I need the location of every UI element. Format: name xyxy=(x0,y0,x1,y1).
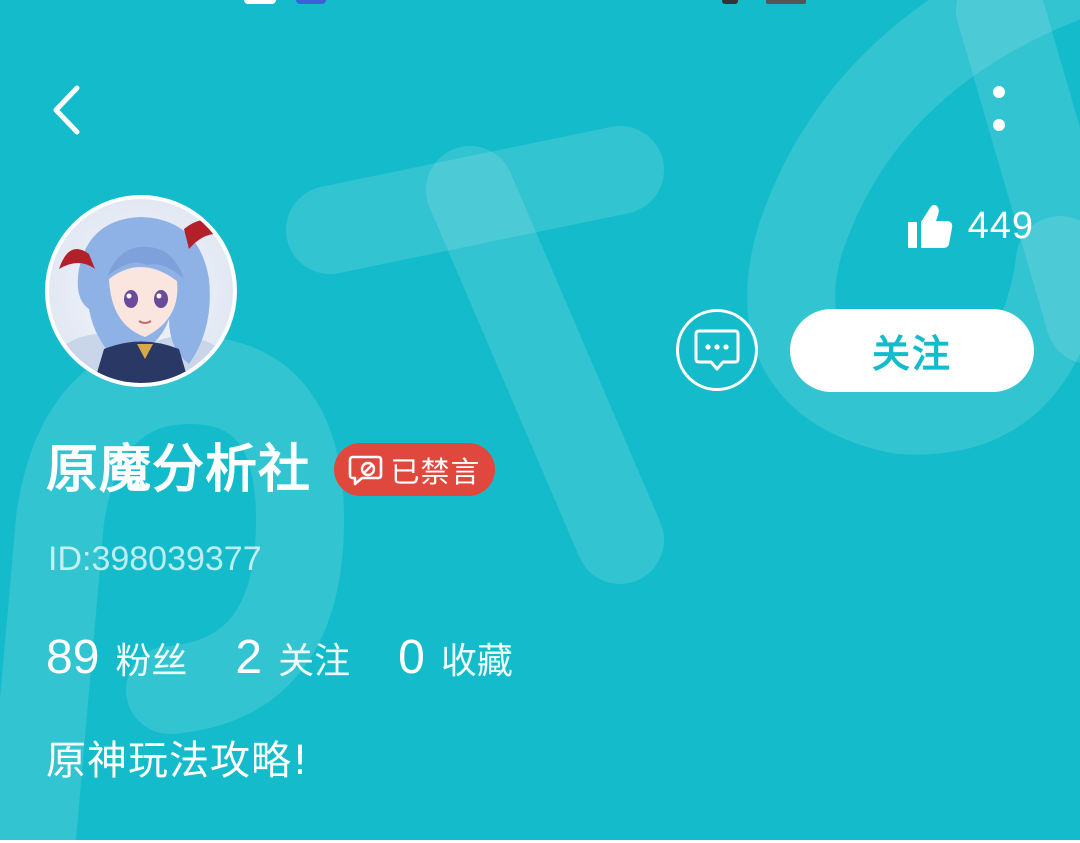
stat-value: 2 xyxy=(235,631,263,684)
background-watermark xyxy=(0,0,1080,840)
user-name: 原魔分析社 xyxy=(46,440,312,500)
stat-label: 关注 xyxy=(278,641,351,682)
stat-value: 0 xyxy=(398,631,425,684)
thumbs-up-icon xyxy=(907,204,952,248)
profile-stats: 89 粉丝 2 关注 0 收藏 xyxy=(46,630,561,685)
stat-following[interactable]: 2 关注 xyxy=(235,630,350,685)
muted-badge: 已禁言 xyxy=(334,443,495,496)
stat-favorites[interactable]: 0 收藏 xyxy=(398,630,513,685)
muted-badge-label: 已禁言 xyxy=(390,454,481,489)
chat-bubble-icon xyxy=(694,329,740,371)
stat-label: 收藏 xyxy=(440,641,513,682)
more-options-button[interactable] xyxy=(975,82,1023,138)
user-id: ID:398039377 xyxy=(48,540,262,578)
back-button[interactable] xyxy=(40,80,100,140)
user-bio: 原神玩法攻略! xyxy=(46,738,310,784)
follow-button[interactable]: 关注 xyxy=(790,309,1034,392)
more-vertical-icon xyxy=(993,86,1005,131)
chevron-left-icon xyxy=(53,85,80,135)
avatar-image xyxy=(49,199,233,383)
status-bar-remnant xyxy=(244,0,806,4)
stat-fans[interactable]: 89 粉丝 xyxy=(46,630,187,685)
message-button[interactable] xyxy=(676,309,758,391)
stat-value: 89 xyxy=(46,631,100,684)
likes-count: 449 xyxy=(967,204,1034,247)
likes: 449 xyxy=(906,198,1034,254)
avatar[interactable] xyxy=(45,195,237,387)
stat-label: 粉丝 xyxy=(115,641,188,682)
profile-header: 449 关注 原魔分析社 已禁言 ID:398039377 89 粉丝 2 关注… xyxy=(0,0,1080,840)
muted-chat-icon xyxy=(349,455,383,485)
